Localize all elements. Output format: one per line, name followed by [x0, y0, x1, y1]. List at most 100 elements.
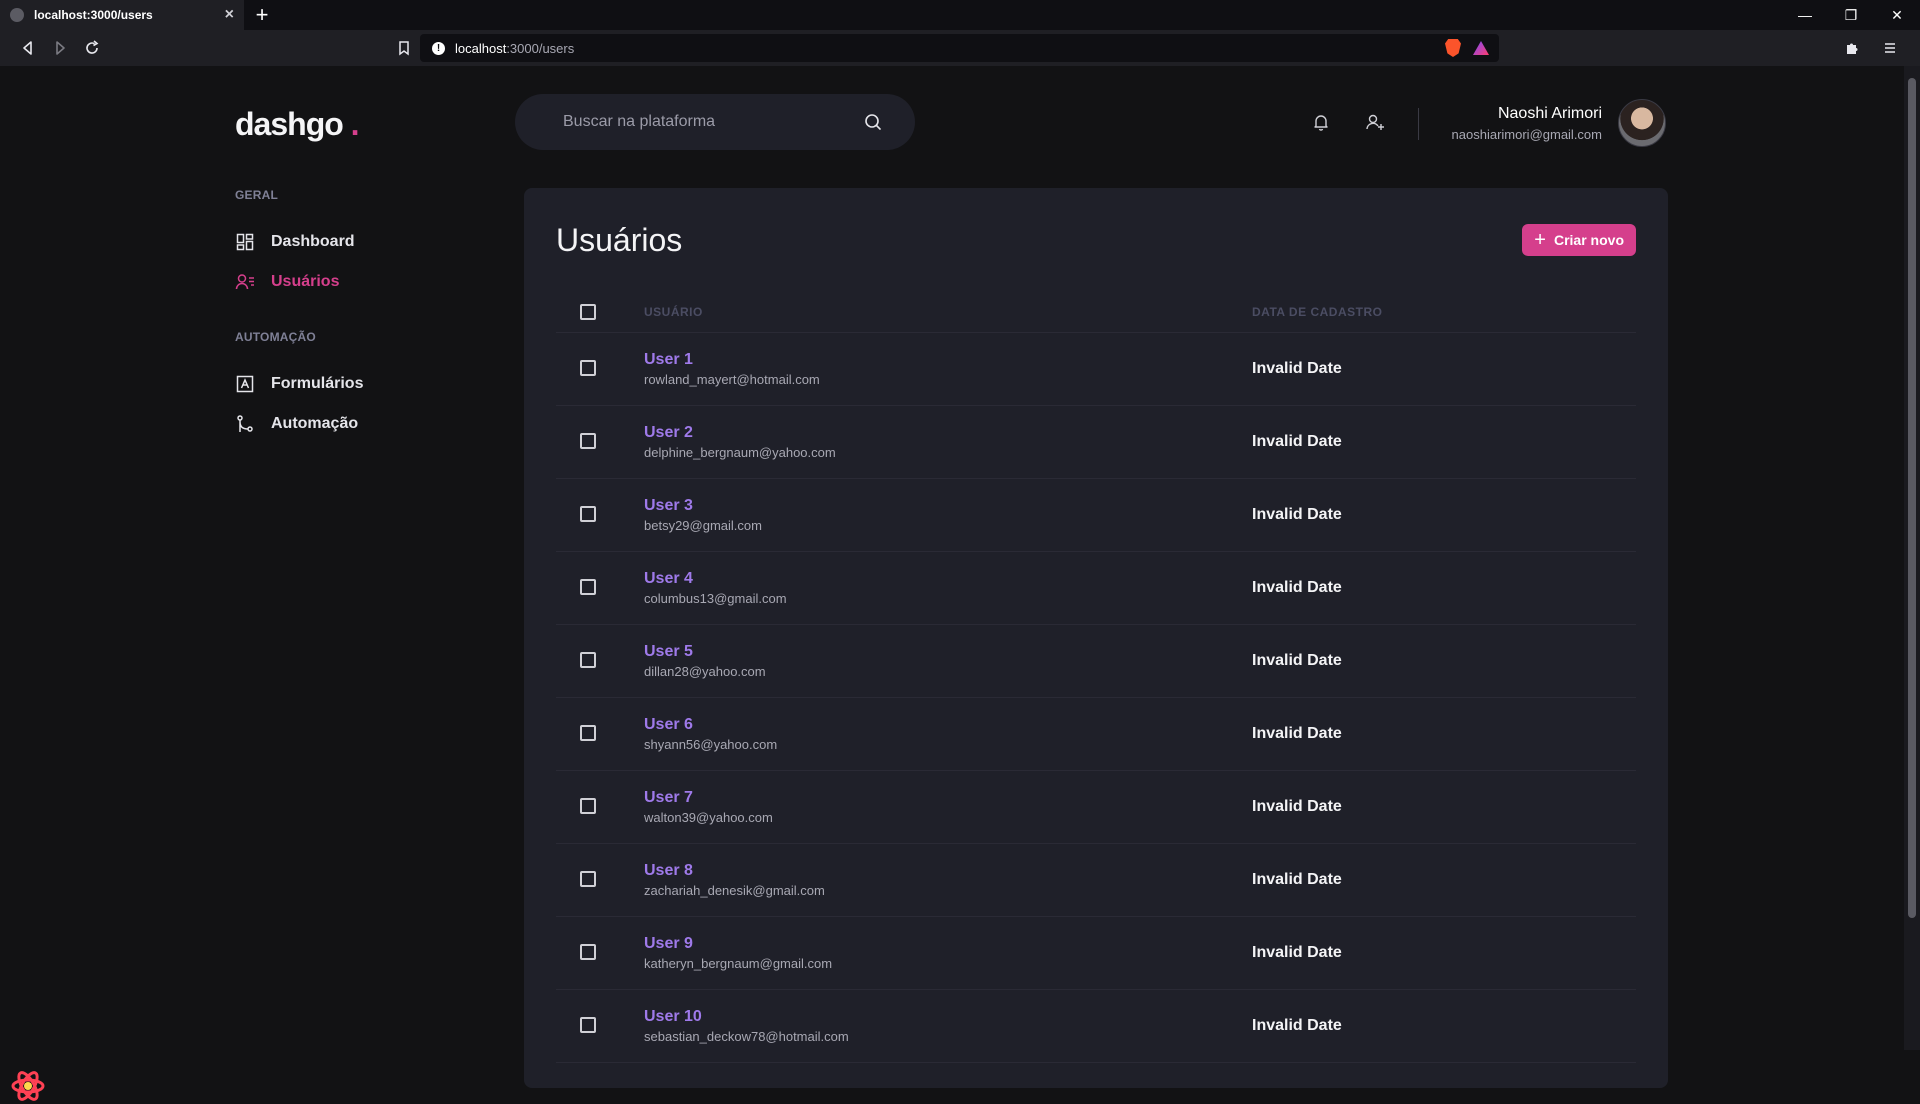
row-select-cell [556, 478, 644, 552]
table-row: User 2 delphine_bergnaum@yahoo.com Invalid… [556, 405, 1636, 479]
address-bar[interactable]: ! localhost:3000/users [420, 34, 1499, 62]
create-user-button[interactable]: + Criar novo [1522, 224, 1636, 256]
globe-icon [10, 8, 24, 22]
browser-tabbar: localhost:3000/users × + — ❐ ✕ [0, 0, 1920, 30]
date-cell: Invalid Date [1252, 405, 1636, 479]
close-tab-icon[interactable]: × [225, 7, 234, 23]
table-row: User 7 walton39@yahoo.com Invalid Date [556, 770, 1636, 844]
create-user-label: Criar novo [1553, 232, 1624, 248]
row-checkbox[interactable] [580, 725, 596, 742]
user-cell: User 2 delphine_bergnaum@yahoo.com [644, 405, 1252, 479]
date-cell: Invalid Date [1252, 551, 1636, 625]
form-icon [236, 375, 254, 393]
profile-name: Naoshi Arimori [1497, 104, 1602, 122]
row-checkbox[interactable] [580, 360, 596, 377]
sidebar-item-formularios[interactable]: Formulários [235, 372, 495, 396]
row-checkbox[interactable] [580, 798, 596, 815]
tab-title: localhost:3000/users [34, 8, 153, 22]
git-merge-icon [237, 415, 253, 432]
row-checkbox[interactable] [580, 944, 596, 961]
user-name-link[interactable]: User 9 [644, 935, 1252, 953]
user-name-link[interactable]: User 8 [644, 862, 1252, 880]
site-info-icon[interactable]: ! [432, 41, 445, 55]
sidebar-item-label: Usuários [271, 273, 340, 290]
user-email: delphine_bergnaum@yahoo.com [644, 444, 836, 460]
bookmark-button[interactable] [388, 32, 420, 64]
brave-rewards-icon[interactable] [1473, 41, 1489, 55]
url-actions [1445, 39, 1489, 57]
table-row: User 1 rowland_mayert@hotmail.com Invalid … [556, 332, 1636, 406]
app-logo[interactable]: dashgo . [235, 106, 360, 143]
table-row: User 3 betsy29@gmail.com Invalid Date [556, 478, 1636, 552]
avatar[interactable] [1618, 99, 1666, 147]
brave-shield-icon[interactable] [1445, 39, 1461, 57]
table-row: User 4 columbus13@gmail.com Invalid Date [556, 551, 1636, 625]
bookmark-icon [399, 41, 409, 56]
add-user-icon[interactable] [1364, 111, 1386, 133]
user-name-link[interactable]: User 4 [644, 570, 1252, 588]
sidebar-item-usuarios[interactable]: Usuários [235, 270, 495, 294]
plus-icon: + [1534, 229, 1546, 251]
select-all-cell [556, 292, 644, 333]
table-row: User 6 shyann56@yahoo.com Invalid Date [556, 697, 1636, 771]
registration-date: Invalid Date [1252, 797, 1342, 815]
select-all-checkbox[interactable] [580, 303, 596, 320]
row-checkbox[interactable] [580, 652, 596, 669]
user-cell: User 3 betsy29@gmail.com [644, 478, 1252, 552]
scrollbar-thumb[interactable] [1908, 78, 1916, 918]
registration-date: Invalid Date [1252, 724, 1342, 742]
react-query-devtools-icon[interactable] [10, 1068, 46, 1104]
row-checkbox[interactable] [580, 579, 596, 596]
user-name-link[interactable]: User 2 [644, 424, 1252, 442]
user-name-link[interactable]: User 6 [644, 716, 1252, 734]
search-bar[interactable] [515, 94, 915, 150]
row-checkbox[interactable] [580, 433, 596, 450]
row-select-cell [556, 697, 644, 771]
menu-icon[interactable] [1874, 32, 1906, 64]
registration-date: Invalid Date [1252, 432, 1342, 450]
notification-bell-icon[interactable] [1310, 111, 1332, 133]
reload-icon [86, 40, 99, 54]
row-checkbox[interactable] [580, 506, 596, 523]
users-table: USUÁRIO DATA DE CADASTRO User 1 rowland_m… [556, 292, 1636, 1063]
sidebar-item-label: Dashboard [271, 233, 355, 250]
page-scrollbar[interactable] [1904, 66, 1920, 1050]
user-profile[interactable]: Naoshi Arimori naoshiarimori@gmail.com [1452, 99, 1666, 147]
forward-button[interactable] [44, 32, 76, 64]
close-window-icon[interactable]: ✕ [1874, 0, 1920, 30]
page-title: Usuários [556, 221, 683, 258]
row-checkbox[interactable] [580, 871, 596, 888]
table-row: User 9 katheryn_bergnaum@gmail.com Invalid… [556, 916, 1636, 990]
user-email: dillan28@yahoo.com [644, 663, 766, 679]
user-name-link[interactable]: User 3 [644, 497, 1252, 515]
dashboard-icon [236, 233, 254, 251]
user-name-link[interactable]: User 7 [644, 789, 1252, 807]
extensions-icon[interactable] [1836, 32, 1868, 64]
user-name-link[interactable]: User 1 [644, 351, 1252, 369]
table-row: User 8 zachariah_denesik@gmail.com Invalid… [556, 843, 1636, 917]
back-button[interactable] [12, 32, 44, 64]
search-icon[interactable] [863, 112, 883, 132]
reload-button[interactable] [76, 32, 108, 64]
user-email: betsy29@gmail.com [644, 517, 762, 533]
user-email: walton39@yahoo.com [644, 809, 773, 825]
date-cell: Invalid Date [1252, 770, 1636, 844]
date-cell: Invalid Date [1252, 478, 1636, 552]
search-input[interactable] [563, 113, 863, 131]
user-cell: User 7 walton39@yahoo.com [644, 770, 1252, 844]
users-icon [235, 274, 254, 290]
sidebar-item-dashboard[interactable]: Dashboard [235, 230, 495, 254]
new-tab-button[interactable]: + [244, 0, 280, 30]
user-name-link[interactable]: User 5 [644, 643, 1252, 661]
column-header-date: DATA DE CADASTRO [1252, 292, 1636, 333]
date-cell: Invalid Date [1252, 989, 1636, 1063]
sidebar-item-automacao[interactable]: Automação [235, 412, 495, 436]
restore-icon[interactable]: ❐ [1828, 0, 1874, 30]
user-name-link[interactable]: User 10 [644, 1008, 1252, 1026]
row-checkbox[interactable] [580, 1017, 596, 1034]
url-text: localhost:3000/users [455, 40, 575, 56]
minimize-icon[interactable]: — [1782, 0, 1828, 30]
row-select-cell [556, 624, 644, 698]
browser-toolbar: ! localhost:3000/users [0, 30, 1920, 66]
browser-tab[interactable]: localhost:3000/users × [0, 0, 244, 30]
